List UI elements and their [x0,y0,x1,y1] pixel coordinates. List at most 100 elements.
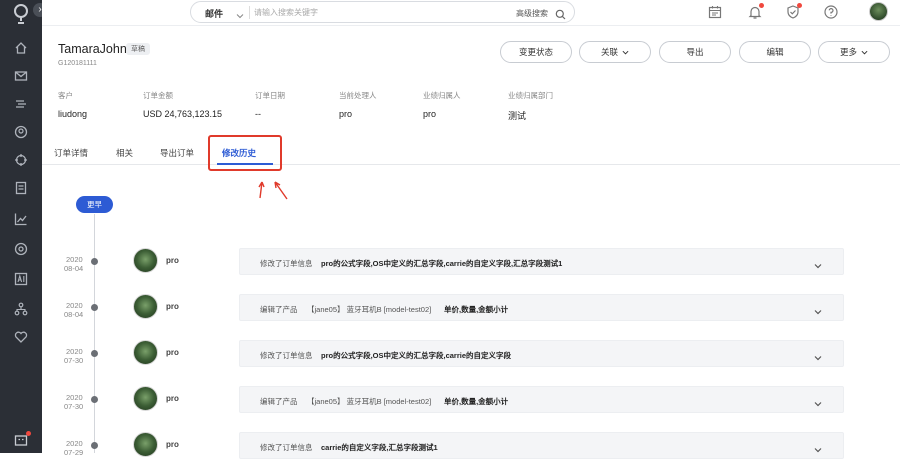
handler-label: 当前处理人 [339,91,377,100]
entry-date: 07-30 [64,402,84,411]
avatar [133,294,158,319]
owner-label: 业绩归属人 [423,91,461,100]
help-icon[interactable] [823,4,839,20]
heart-icon[interactable] [14,330,28,344]
document-icon[interactable] [14,181,28,195]
chevron-down-icon[interactable] [813,442,823,453]
notification-dot [797,3,802,8]
entry-user: pro [166,394,179,403]
tab-related[interactable]: 相关 [116,147,133,159]
mail-icon[interactable] [14,69,28,83]
shield-icon[interactable] [785,3,802,20]
amount-value: USD 24,763,123.15 [143,109,223,119]
bell-icon[interactable] [747,3,764,20]
entry-detail: 单价,数量,金额小计 [444,397,509,406]
chevron-down-icon[interactable] [813,350,823,361]
org-icon[interactable] [14,302,28,316]
entry-date: 08-04 [64,310,84,319]
global-search: 邮件 高级搜索 [190,1,575,23]
advanced-search-link[interactable]: 高级搜索 [516,8,548,19]
entry-product: 【jane05】 蓝牙耳机B [model-test02] [307,305,432,314]
department-label: 业绩归属部门 [508,91,553,100]
entry-product: 【jane05】 蓝牙耳机B [model-test02] [307,397,432,406]
annotation-arrows [258,181,288,200]
chevron-down-icon [622,51,629,55]
record-title: TamaraJohn [58,42,127,56]
button-label: 关联 [600,47,618,57]
flow-icon[interactable] [14,97,28,111]
associate-button[interactable]: 关联 [579,41,651,63]
amount-label: 订单金额 [143,91,173,100]
timeline-dot [91,258,98,265]
entry-detail: pro的公式字段,OS中定义的汇总字段,carrie的自定义字段,汇总字段测试1 [321,259,563,268]
sidebar: › [0,0,47,453]
timeline-line [94,214,95,453]
department-value: 测试 [508,111,527,121]
more-button[interactable]: 更多 [818,41,890,63]
handler-value: pro [339,109,353,119]
change-status-button[interactable]: 变更状态 [500,41,572,63]
logo-icon[interactable] [11,3,31,25]
entry-detail: carrie的自定义字段,汇总字段测试1 [321,443,438,452]
entry-action: 修改了订单信息 [260,259,313,268]
search-icon[interactable] [555,7,566,20]
entry-year: 2020 [66,301,83,310]
owner-value: pro [423,109,437,119]
app-store-icon[interactable] [14,431,31,447]
tab-export-order[interactable]: 导出订单 [160,147,194,159]
target-icon[interactable] [14,153,28,167]
home-icon[interactable] [14,41,28,55]
calendar-icon[interactable] [707,4,723,20]
entry-year: 2020 [66,255,83,264]
history-entry[interactable]: 编辑了产品 【jane05】 蓝牙耳机B [model-test02] 单价,数… [239,294,844,321]
entry-date: 08-04 [64,264,84,273]
history-entry[interactable]: 修改了订单信息 pro的公式字段,OS中定义的汇总字段,carrie的自定义字段 [239,340,844,367]
entry-year: 2020 [66,347,83,356]
entry-year: 2020 [66,439,83,448]
chevron-down-icon[interactable] [813,396,823,407]
avatar [133,432,158,457]
timeline-dot [91,304,98,311]
settings-icon[interactable] [14,242,28,256]
chart-icon[interactable] [14,212,28,226]
order-date-label: 订单日期 [255,91,285,100]
contact-icon[interactable] [14,125,28,139]
customer-value[interactable]: liudong [58,109,87,119]
history-entry[interactable]: 修改了订单信息 carrie的自定义字段,汇总字段测试1 [239,432,844,459]
order-number: G120181111 [58,60,97,67]
history-entry[interactable]: 编辑了产品 【jane05】 蓝牙耳机B [model-test02] 单价,数… [239,386,844,413]
entry-detail: 单价,数量,金额小计 [444,305,509,314]
ai-icon[interactable] [14,272,28,286]
earlier-button[interactable]: 更早 [76,196,113,213]
button-label: 导出 [686,47,704,57]
export-button[interactable]: 导出 [659,41,731,63]
chevron-down-icon[interactable] [813,304,823,315]
search-input[interactable] [254,5,494,20]
customer-label: 客户 [58,91,73,100]
entry-date: 07-30 [64,356,84,365]
entry-year: 2020 [66,393,83,402]
entry-user: pro [166,440,179,449]
search-scope-select[interactable]: 邮件 [205,7,223,20]
timeline-dot [91,396,98,403]
edit-button[interactable]: 编辑 [739,41,811,63]
entry-action: 修改了订单信息 [260,351,313,360]
entry-user: pro [166,256,179,265]
button-label: 编辑 [766,47,784,57]
timeline-dot [91,350,98,357]
tab-order-details[interactable]: 订单详情 [54,147,88,159]
chevron-down-icon[interactable] [236,7,244,19]
button-label: 更多 [839,47,857,57]
status-badge: 草稿 [126,43,150,55]
avatar [133,248,158,273]
entry-action: 修改了订单信息 [260,443,313,452]
user-avatar[interactable] [869,2,888,21]
notification-dot [759,3,764,8]
button-label: 变更状态 [518,47,553,57]
entry-action: 编辑了产品 [260,305,298,314]
chevron-down-icon[interactable] [813,258,823,269]
timeline-dot [91,442,98,449]
history-entry[interactable]: 修改了订单信息 pro的公式字段,OS中定义的汇总字段,carrie的自定义字段… [239,248,844,275]
order-date-value: -- [255,109,261,119]
entry-user: pro [166,348,179,357]
